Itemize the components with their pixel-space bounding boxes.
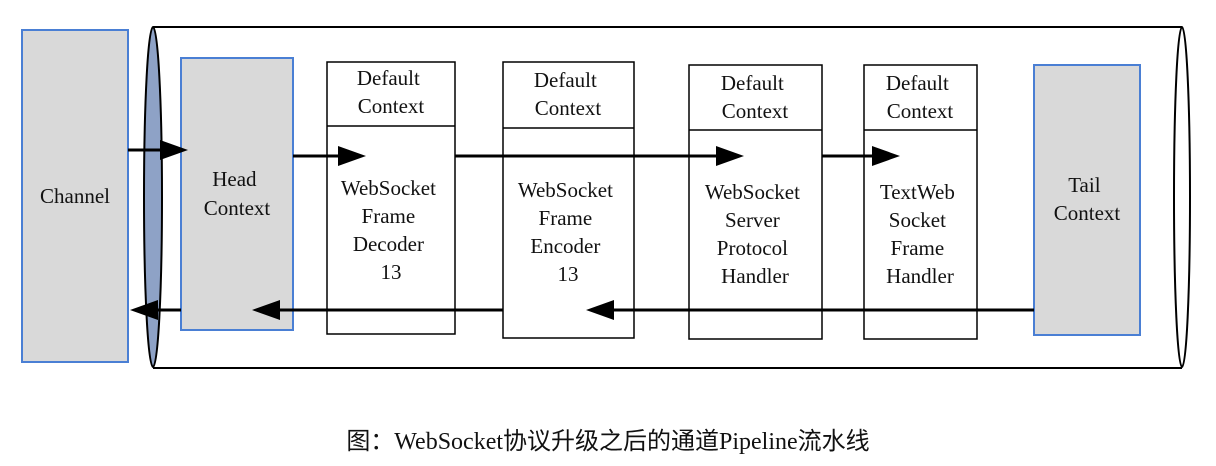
pipeline-diagram: Channel Head Context Default Context Web… (21, 26, 1191, 455)
outbound-arrowhead (130, 300, 158, 320)
head-context-box: Head Context (180, 57, 294, 331)
channel-label: Channel (40, 184, 110, 208)
figure-caption: 图：WebSocket协议升级之后的通道Pipeline流水线 (346, 428, 869, 455)
cylinder-right-end (1173, 26, 1191, 368)
channel-box: Channel (21, 29, 129, 363)
handler-encoder-box: Default Context WebSocket Frame Encoder … (502, 61, 635, 339)
handler-decoder-box: Default Context WebSocket Frame Decoder … (326, 61, 456, 335)
tail-context-box: Tail Context (1033, 64, 1141, 336)
handler-textframe-box: Default Context TextWeb Socket Frame Han… (863, 64, 978, 340)
handler-protocol-box: Default Context WebSocket Server Protoco… (688, 64, 823, 340)
